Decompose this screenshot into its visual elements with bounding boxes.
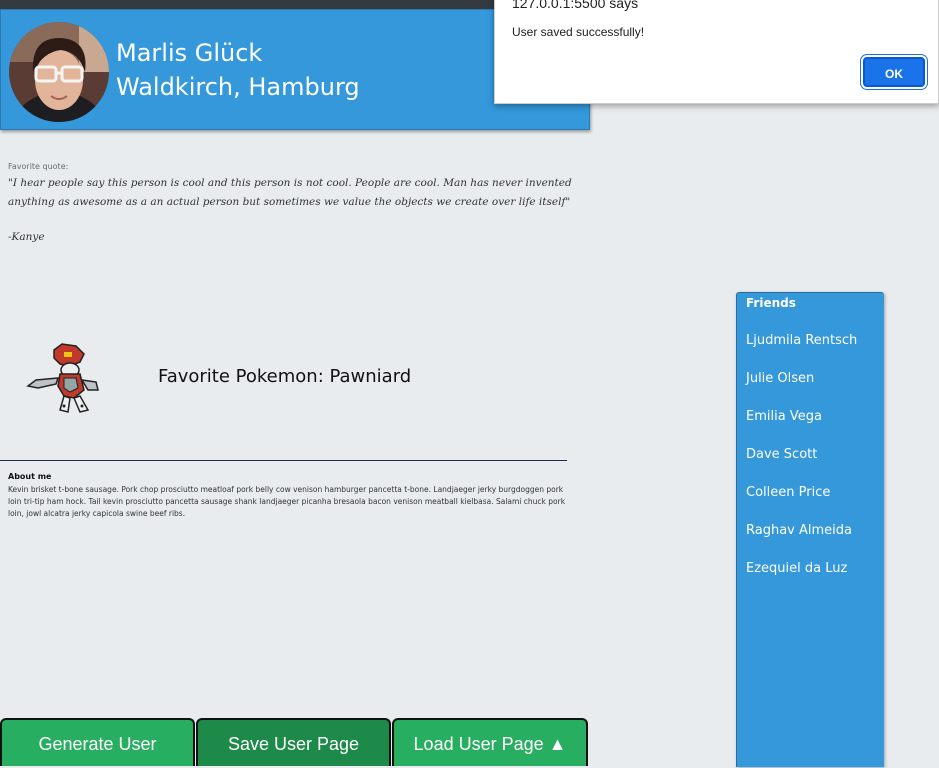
friends-sidebar: Friends Ljudmila Rentsch Julie Olsen Emi… xyxy=(736,292,884,767)
alert-ok-button[interactable]: OK xyxy=(863,57,925,87)
friend-item[interactable]: Raghav Almeida xyxy=(746,523,852,538)
avatar xyxy=(9,22,109,122)
about-text: Kevin brisket t-bone sausage. Pork chop … xyxy=(8,485,566,518)
section-divider xyxy=(0,460,567,461)
friend-item[interactable]: Ljudmila Rentsch xyxy=(746,333,857,348)
friends-title: Friends xyxy=(746,296,796,310)
save-user-page-button[interactable]: Save User Page xyxy=(196,718,391,766)
friend-item[interactable]: Ezequiel da Luz xyxy=(746,561,847,576)
alert-title: 127.0.0.1:5500 says xyxy=(512,0,639,11)
generate-user-button[interactable]: Generate User xyxy=(0,718,195,766)
avatar-photo-icon xyxy=(9,22,109,122)
quote-text: "I hear people say this person is cool a… xyxy=(8,177,572,208)
about-title: About me xyxy=(8,472,52,481)
alert-dialog: 127.0.0.1:5500 says User saved successfu… xyxy=(494,0,939,104)
friend-item[interactable]: Colleen Price xyxy=(746,485,830,500)
profile-location: Waldkirch, Hamburg xyxy=(116,73,360,101)
profile-name: Marlis Glück xyxy=(116,39,263,67)
friend-item[interactable]: Emilia Vega xyxy=(746,409,822,424)
quote-author: -Kanye xyxy=(8,231,45,243)
quote-label: Favorite quote: xyxy=(8,162,69,171)
friend-item[interactable]: Julie Olsen xyxy=(746,371,814,386)
alert-message: User saved successfully! xyxy=(512,25,645,39)
favorite-pokemon-label: Favorite Pokemon: Pawniard xyxy=(158,366,412,387)
friend-item[interactable]: Dave Scott xyxy=(746,447,817,462)
load-user-page-button[interactable]: Load User Page ▲ xyxy=(392,718,588,766)
pawniard-sprite-icon xyxy=(24,340,112,420)
